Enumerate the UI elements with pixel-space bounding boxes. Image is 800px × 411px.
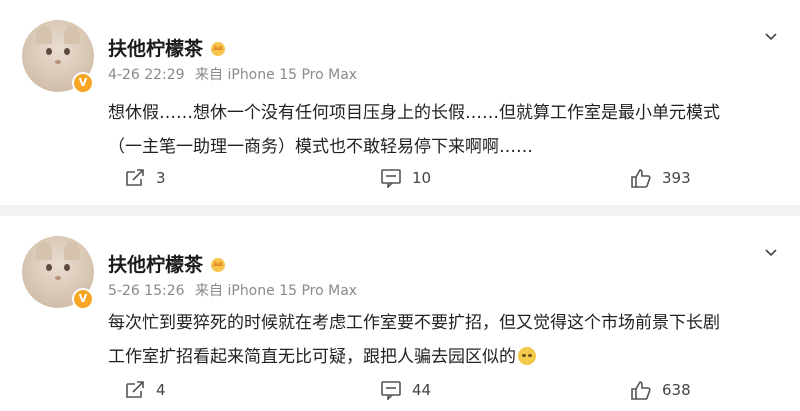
username-text[interactable]: 扶他柠檬茶	[108, 250, 203, 277]
like-icon	[631, 169, 651, 188]
chevron-down-icon[interactable]	[764, 246, 778, 260]
crown-icon	[211, 41, 226, 56]
post-content: 每次忙到要猝死的时候就在考虑工作室要不要扩招，但又觉得这个市场前景下长剧 工作室…	[108, 306, 788, 374]
verified-badge-icon: V	[72, 288, 94, 310]
username-text[interactable]: 扶他柠檬茶	[108, 34, 203, 61]
chevron-down-icon[interactable]	[764, 30, 778, 44]
post-card: V 扶他柠檬茶 5-26 15:26 来自 iPhone 15 Pro Max …	[0, 216, 800, 411]
crown-icon	[211, 257, 226, 272]
like-count: 638	[662, 381, 691, 399]
comment-count: 10	[412, 169, 432, 187]
username[interactable]: 扶他柠檬茶	[108, 34, 227, 61]
post-text-line: （一主笔一助理一商务）模式也不敢轻易停下来啊啊……	[108, 137, 533, 157]
post-source: 来自 iPhone 15 Pro Max	[195, 67, 358, 83]
post-meta: 5-26 15:26 来自 iPhone 15 Pro Max	[108, 280, 357, 300]
post-text-line-wrap: 工作室扩招看起来简直无比可疑，跟把人骗去园区似的	[108, 340, 788, 374]
post-actions: 4 44 638	[0, 380, 800, 410]
post-meta: 4-26 22:29 来自 iPhone 15 Pro Max	[108, 64, 357, 84]
comment-button[interactable]: 44	[380, 380, 431, 400]
post-card: V 扶他柠檬茶 4-26 22:29 来自 iPhone 15 Pro Max …	[0, 0, 800, 205]
like-button[interactable]: 393	[630, 168, 691, 188]
post-content: 想休假……想休一个没有任何项目压身上的长假……但就算工作室是最小单元模式 （一主…	[108, 96, 788, 164]
comment-icon	[381, 169, 401, 188]
comment-icon	[381, 381, 401, 400]
post-actions: 3 10 393	[0, 168, 800, 198]
repost-icon	[126, 381, 144, 398]
post-date: 4-26 22:29	[108, 67, 185, 83]
username[interactable]: 扶他柠檬茶	[108, 250, 227, 277]
verified-badge-icon: V	[72, 72, 94, 94]
repost-button[interactable]: 4	[124, 380, 166, 400]
post-text-line: 想休假……想休一个没有任何项目压身上的长假……但就算工作室是最小单元模式	[108, 103, 720, 123]
post-text-line: 每次忙到要猝死的时候就在考虑工作室要不要扩招，但又觉得这个市场前景下长剧	[108, 313, 720, 333]
post-source: 来自 iPhone 15 Pro Max	[195, 283, 358, 299]
like-icon	[631, 381, 651, 400]
repost-icon	[126, 169, 144, 186]
sweat-smile-emoji-icon	[518, 347, 536, 365]
like-button[interactable]: 638	[630, 380, 691, 400]
post-text-line: 工作室扩招看起来简直无比可疑，跟把人骗去园区似的	[108, 347, 516, 367]
repost-button[interactable]: 3	[124, 168, 166, 188]
post-date: 5-26 15:26	[108, 283, 185, 299]
comment-count: 44	[412, 381, 432, 399]
like-count: 393	[662, 169, 691, 187]
repost-count: 3	[156, 169, 166, 187]
comment-button[interactable]: 10	[380, 168, 431, 188]
repost-count: 4	[156, 381, 166, 399]
